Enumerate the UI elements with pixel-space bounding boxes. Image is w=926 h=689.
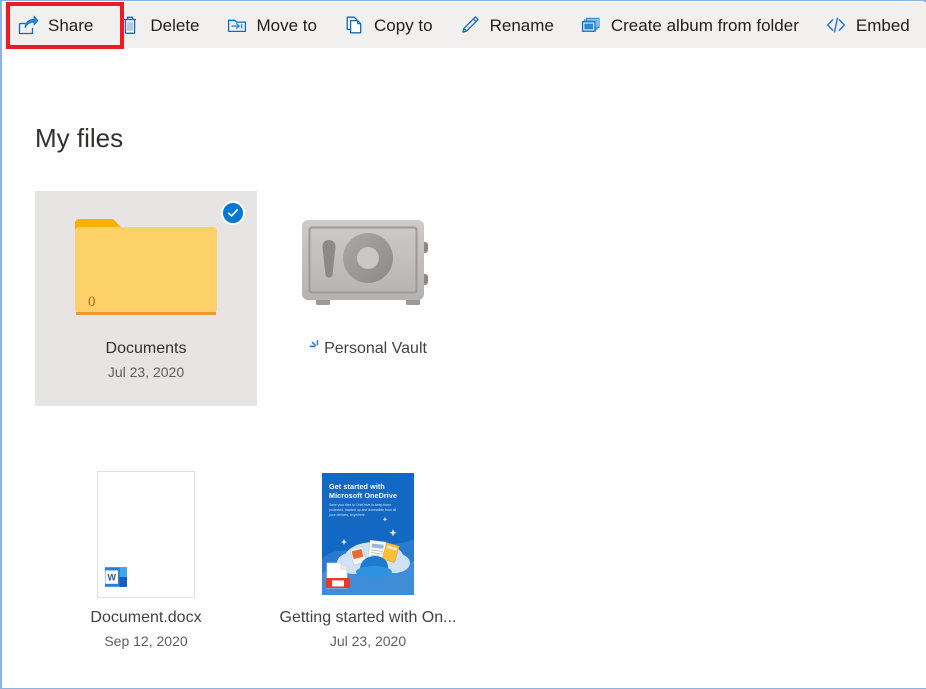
tile-row: W Document.docx Sep 12, 2020 <box>35 460 895 675</box>
copy-to-icon <box>343 14 365 36</box>
tile-name: Personal Vault <box>324 339 427 359</box>
copy-to-button[interactable]: Copy to <box>330 2 446 48</box>
embed-label: Embed <box>856 17 910 34</box>
album-icon <box>580 14 602 36</box>
pencil-icon <box>459 14 481 36</box>
move-to-icon <box>226 14 248 36</box>
pdf-thumbnail-subtitle: Save your files to OneDrive to keep them… <box>329 503 403 518</box>
tile-name: Document.docx <box>90 608 201 628</box>
vault-icon <box>298 210 438 320</box>
share-button[interactable]: Share <box>4 2 106 48</box>
tile-personal-vault[interactable]: Personal Vault <box>257 191 479 406</box>
tile-getting-started-pdf[interactable]: Get started with Microsoft OneDrive Save… <box>257 460 479 675</box>
delete-label: Delete <box>150 17 199 34</box>
delete-button[interactable]: Delete <box>106 2 212 48</box>
word-document-thumbnail: W <box>97 471 195 598</box>
tile-document-docx[interactable]: W Document.docx Sep 12, 2020 <box>35 460 257 675</box>
folder-icon: 0 <box>75 214 217 317</box>
rename-label: Rename <box>490 17 554 34</box>
tile-row: 0 Documents Jul 23, 2020 <box>35 191 895 406</box>
new-sparkle-icon <box>309 340 323 354</box>
tile-date: Sep 12, 2020 <box>104 632 187 650</box>
tile-date: Jul 23, 2020 <box>108 363 184 381</box>
files-tile-grid: 0 Documents Jul 23, 2020 <box>35 191 895 675</box>
move-to-button[interactable]: Move to <box>213 2 330 48</box>
folder-item-count: 0 <box>88 294 96 311</box>
move-to-label: Move to <box>257 17 317 34</box>
copy-to-label: Copy to <box>374 17 433 34</box>
tile-documents[interactable]: 0 Documents Jul 23, 2020 <box>35 191 257 406</box>
tile-thumbnail: Get started with Microsoft OneDrive Save… <box>257 460 479 608</box>
svg-text:W: W <box>107 572 116 582</box>
tile-name: Getting started with On... <box>280 608 457 628</box>
tile-name: Documents <box>106 339 187 359</box>
pdf-document-thumbnail: Get started with Microsoft OneDrive Save… <box>322 473 414 595</box>
share-icon <box>17 14 39 36</box>
tile-date: Jul 23, 2020 <box>330 632 406 650</box>
command-bar: Share Delete M <box>4 2 926 48</box>
rename-button[interactable]: Rename <box>446 2 567 48</box>
embed-button[interactable]: Embed <box>812 2 923 48</box>
check-icon <box>226 206 240 220</box>
files-content-area: My files <box>4 48 926 688</box>
code-embed-icon <box>825 14 847 36</box>
page-title: My files <box>35 123 123 154</box>
pdf-thumbnail-title: Get started with Microsoft OneDrive <box>329 482 414 500</box>
tile-thumbnail <box>257 191 479 339</box>
pdf-icon <box>326 562 350 590</box>
create-album-button[interactable]: Create album from folder <box>567 2 812 48</box>
trash-icon <box>119 14 141 36</box>
onedrive-window: Share Delete M <box>0 0 926 689</box>
tile-thumbnail: W <box>35 460 257 608</box>
selected-check-badge[interactable] <box>221 201 245 225</box>
word-icon: W <box>105 564 131 590</box>
create-album-label: Create album from folder <box>611 17 799 34</box>
vault-label-row: Personal Vault <box>309 339 427 359</box>
share-label: Share <box>48 17 93 34</box>
